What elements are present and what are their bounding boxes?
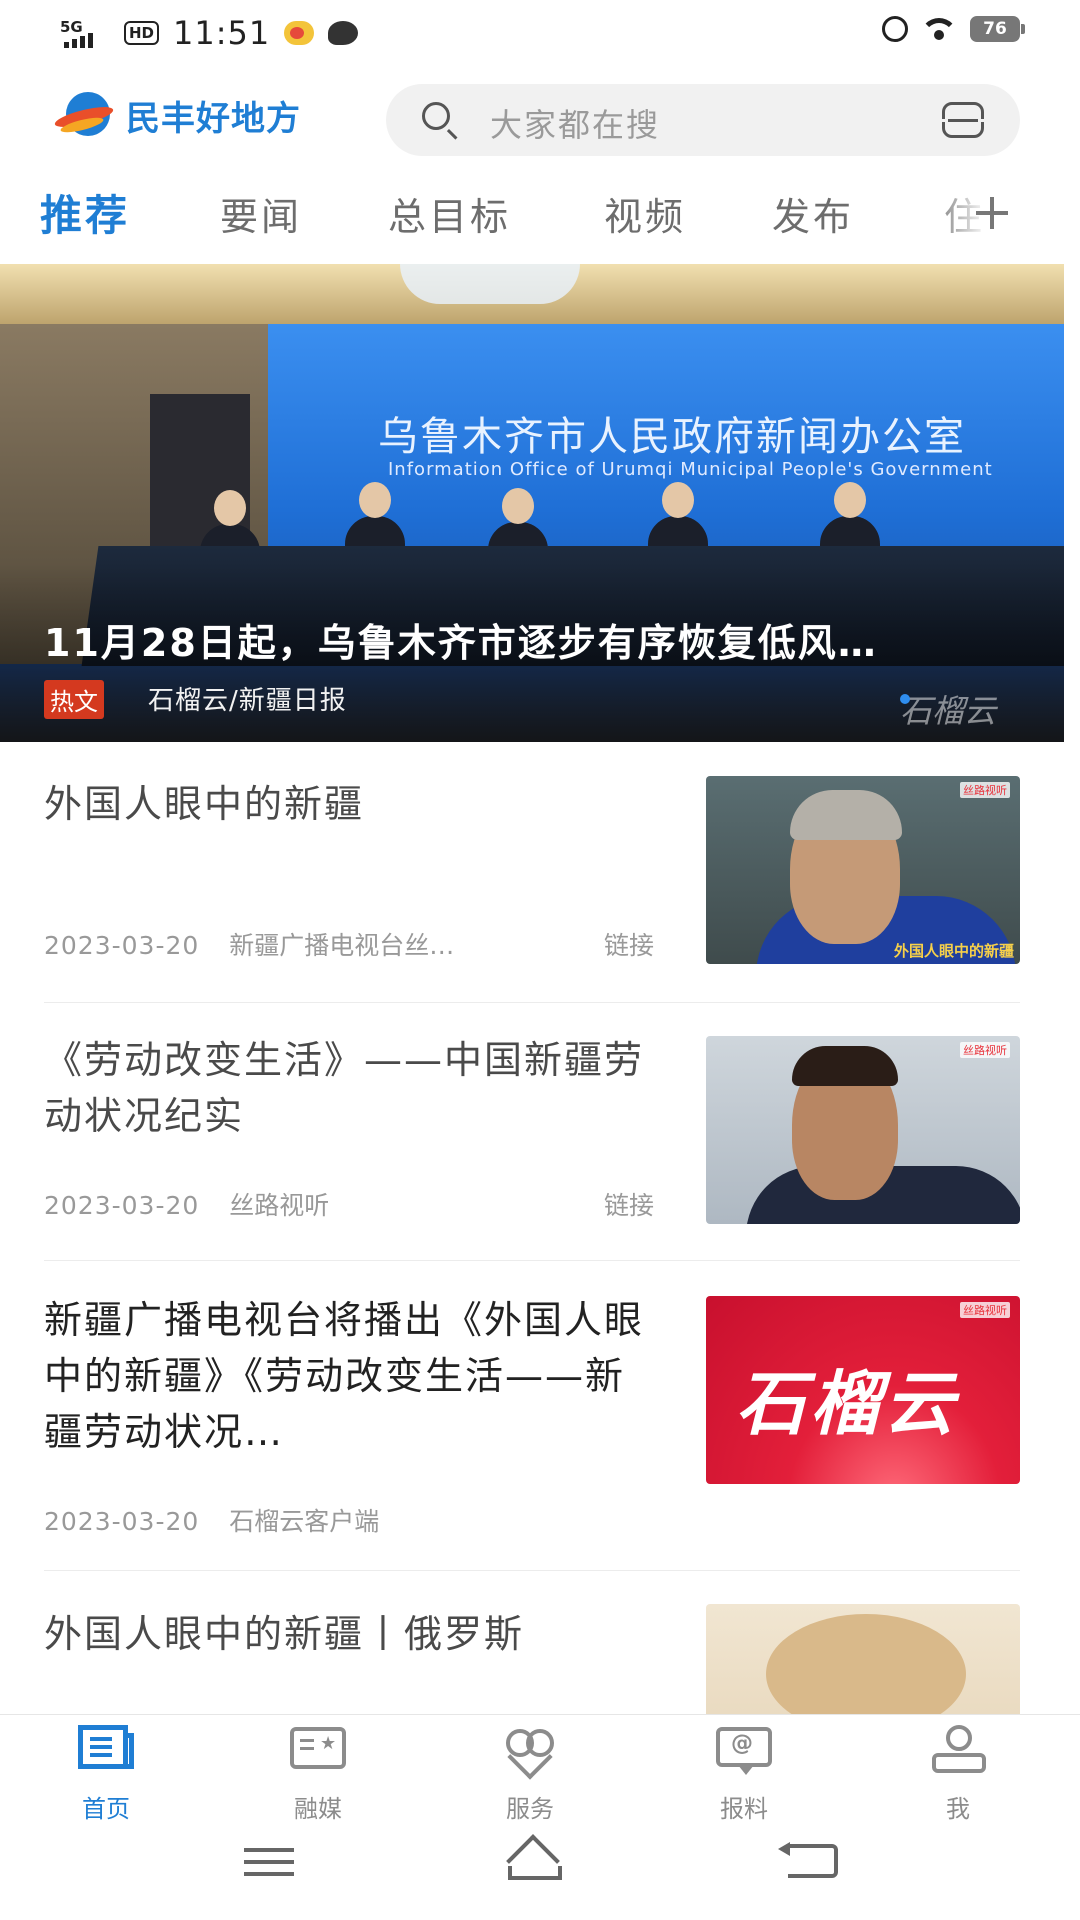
- nav-label: 我: [946, 1795, 970, 1823]
- message-icon: [328, 21, 359, 45]
- tab-headlines[interactable]: 要闻: [220, 186, 302, 241]
- system-navigation-bar: [0, 1830, 1080, 1920]
- channel-tabs: 推荐 要闻 总目标 视频 发布 住: [0, 180, 1080, 250]
- nav-home[interactable]: 首页: [46, 1723, 166, 1824]
- add-channel-icon[interactable]: [966, 188, 1024, 238]
- report-at-icon: @: [714, 1723, 774, 1775]
- news-title[interactable]: 外国人眼中的新疆: [44, 776, 654, 832]
- link-label: 链接: [603, 931, 654, 960]
- list-item[interactable]: 外国人眼中的新疆 2023-03-20 新疆广播电视台丝… 链接 丝路视听 外国人…: [44, 776, 1020, 1006]
- nav-report[interactable]: @ 报料: [684, 1723, 804, 1824]
- tab-publish[interactable]: 发布: [772, 186, 854, 241]
- news-home-icon: [76, 1723, 136, 1775]
- logo-icon: [53, 90, 116, 140]
- link-label: 链接: [603, 1191, 654, 1220]
- battery-icon: 76: [970, 16, 1025, 42]
- search-icon: [422, 102, 450, 130]
- status-time: 11:51: [173, 14, 271, 52]
- nav-media[interactable]: ★ 融媒: [258, 1723, 378, 1824]
- bottom-navigation: 首页 ★ 融媒 服务 @ 报料 我: [0, 1714, 1080, 1829]
- user-icon: [928, 1723, 988, 1775]
- alarm-icon: [882, 16, 908, 42]
- hd-badge: HD: [124, 21, 160, 45]
- news-date: 2023-03-20: [44, 931, 200, 960]
- carousel-indicator: [900, 694, 910, 704]
- back-icon[interactable]: [778, 1842, 838, 1878]
- app-name: 民丰好地方: [126, 98, 301, 139]
- news-title[interactable]: 外国人眼中的新疆丨俄罗斯: [44, 1606, 654, 1662]
- news-title[interactable]: 新疆广播电视台将播出《外国人眼中的新疆》《劳动改变生活——新疆劳动状况…: [44, 1292, 654, 1460]
- status-bar: 5G HD 11:51 76: [0, 0, 1080, 66]
- hero-title[interactable]: 11月28日起，乌鲁木齐市逐步有序恢复低风…: [44, 612, 1004, 667]
- shiliuyun-logo-text: 石榴云: [736, 1362, 958, 1445]
- hero-banner[interactable]: 乌鲁木齐市人民政府新闻办公室 Information Office of Uru…: [0, 264, 1064, 742]
- tab-general-goal[interactable]: 总目标: [388, 186, 511, 241]
- news-thumbnail[interactable]: 丝路视听 石榴云: [706, 1296, 1020, 1484]
- media-icon: ★: [288, 1723, 348, 1775]
- hero-source: 石榴云/新疆日报: [148, 686, 347, 716]
- hero-watermark: 石榴云: [900, 692, 997, 730]
- news-source: 石榴云客户端: [229, 1507, 380, 1536]
- app-logo[interactable]: 民丰好地方: [53, 90, 301, 140]
- tab-video[interactable]: 视频: [604, 186, 686, 241]
- news-date: 2023-03-20: [44, 1191, 200, 1220]
- cellular-signal-icon: 5G: [60, 18, 110, 48]
- list-item[interactable]: 《劳动改变生活》——中国新疆劳动状况纪实 2023-03-20 丝路视听 链接 丝…: [44, 1036, 1020, 1266]
- news-source: 新疆广播电视台丝…: [229, 931, 455, 960]
- news-thumbnail[interactable]: 丝路视听: [706, 1036, 1020, 1224]
- nav-label: 报料: [720, 1795, 768, 1823]
- nav-label: 首页: [82, 1795, 130, 1823]
- nav-label: 服务: [506, 1795, 554, 1823]
- app-header: 民丰好地方 大家都在搜: [0, 80, 1080, 156]
- news-thumbnail[interactable]: [706, 1604, 1020, 1714]
- news-thumbnail[interactable]: 丝路视听 外国人眼中的新疆: [706, 776, 1020, 964]
- hero-screen-text: 乌鲁木齐市人民政府新闻办公室: [378, 414, 966, 460]
- menu-icon[interactable]: [244, 1848, 294, 1852]
- system-home-icon[interactable]: [500, 1840, 570, 1880]
- weibo-icon: [284, 21, 315, 45]
- hot-tag: 热文: [44, 680, 104, 719]
- list-item[interactable]: 新疆广播电视台将播出《外国人眼中的新疆》《劳动改变生活——新疆劳动状况… 202…: [44, 1296, 1020, 1586]
- hero-screen-subtext: Information Office of Urumqi Municipal P…: [388, 459, 993, 480]
- news-meta: 2023-03-20 新疆广播电视台丝…: [44, 926, 454, 962]
- news-date: 2023-03-20: [44, 1507, 200, 1536]
- wifi-icon: [922, 16, 956, 42]
- news-meta: 2023-03-20 石榴云客户端: [44, 1502, 379, 1538]
- news-meta: 2023-03-20 丝路视听: [44, 1186, 329, 1222]
- search-bar[interactable]: 大家都在搜: [386, 84, 1020, 156]
- news-title[interactable]: 《劳动改变生活》——中国新疆劳动状况纪实: [44, 1032, 654, 1144]
- list-item[interactable]: 外国人眼中的新疆丨俄罗斯: [44, 1604, 1020, 1714]
- news-source: 丝路视听: [229, 1191, 330, 1220]
- nav-me[interactable]: 我: [898, 1723, 1018, 1824]
- nav-label: 融媒: [294, 1795, 342, 1823]
- tab-recommend[interactable]: 推荐: [40, 182, 130, 243]
- nav-services[interactable]: 服务: [470, 1723, 590, 1824]
- search-placeholder: 大家都在搜: [490, 106, 661, 144]
- heart-service-icon: [500, 1723, 560, 1780]
- scan-icon[interactable]: [938, 102, 988, 138]
